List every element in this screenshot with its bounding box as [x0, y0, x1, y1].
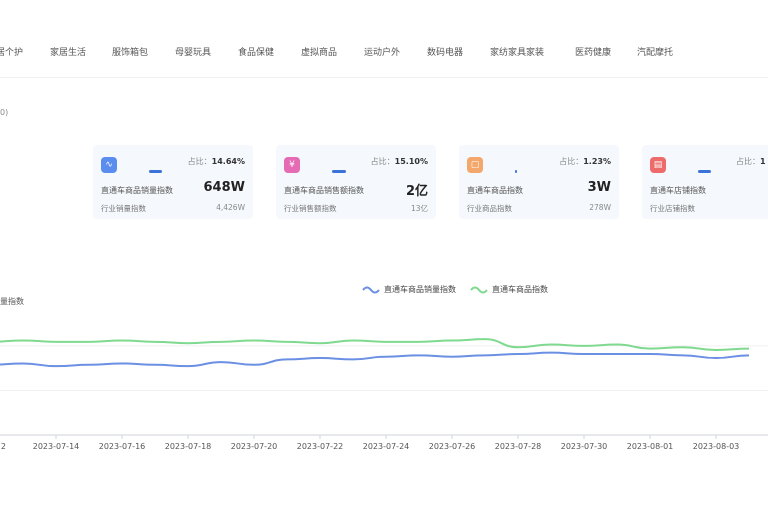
- section-label: 0): [0, 108, 9, 117]
- line-chart: 2 2023-07-14 2023-07-16 2023-07-18 2023-07-2…: [0, 338, 768, 451]
- stat-card-products: ▢ 占比：1.23% 直通车商品指数 3W 行业商品指数 278W: [459, 145, 619, 219]
- card-label: 直通车商品销量指数: [101, 186, 173, 195]
- card-label: 直通车商品销售额指数: [284, 186, 364, 195]
- legend-item-sales[interactable]: 直通车商品销量指数: [362, 284, 456, 295]
- card-sub-value: 13亿: [410, 204, 428, 213]
- nav-divider: [0, 77, 768, 78]
- x-tick-label: 2023-07-14: [33, 442, 80, 451]
- nav-item[interactable]: 家纺家具家装: [490, 45, 544, 58]
- pulse-icon: ∿: [101, 157, 117, 173]
- card-label: 直通车商品指数: [467, 186, 523, 195]
- share-text: 占比：1.23%: [559, 157, 611, 166]
- nav-item[interactable]: 数码电器: [427, 45, 463, 58]
- card-sub-label: 行业销售额指数: [284, 204, 337, 213]
- nav-item[interactable]: 服饰箱包: [112, 45, 148, 58]
- card-value: 648W: [203, 180, 245, 195]
- share-bar: [515, 170, 517, 173]
- category-nav: 居个护 家居生活 服饰箱包 母婴玩具 食品保健 虚拟商品 运动户外 数码电器 家…: [0, 0, 768, 58]
- share-bar: [332, 170, 346, 173]
- share-bar: [149, 170, 162, 173]
- share-text: 占比：1: [736, 157, 766, 166]
- x-tick-label: 2023-07-22: [297, 442, 344, 451]
- card-value: 3W: [587, 180, 611, 195]
- store-icon: ▤: [650, 157, 666, 173]
- nav-item[interactable]: 食品保健: [238, 45, 274, 58]
- legend-swatch: [470, 286, 488, 293]
- legend-label: 直通车商品指数: [492, 285, 548, 294]
- share-bar: [698, 170, 711, 173]
- nav-item[interactable]: 母婴玩具: [175, 45, 211, 58]
- x-tick-label: 2023-07-16: [99, 442, 146, 451]
- series-line-1: [0, 338, 750, 351]
- card-value: 2亿: [405, 184, 428, 199]
- series-line-0: [0, 351, 750, 368]
- box-icon: ▢: [467, 157, 483, 173]
- nav-item[interactable]: 医药健康: [575, 45, 611, 58]
- x-tick-label: 2023-07-28: [495, 442, 542, 451]
- share-text: 占比：14.64%: [187, 157, 245, 166]
- share-text: 占比：15.10%: [370, 157, 428, 166]
- x-tick-label: 2023-07-20: [231, 442, 278, 451]
- legend-swatch: [362, 286, 380, 293]
- stat-card-stores: ▤ 占比：1 直通车店铺指数 行业店铺指数: [642, 145, 768, 219]
- nav-item[interactable]: 家居生活: [50, 45, 86, 58]
- card-sub-value: 4,426W: [216, 203, 245, 212]
- x-tick-label: 2023-07-24: [363, 442, 410, 451]
- x-tick-label: 2: [1, 442, 6, 451]
- x-tick-label: 2023-07-26: [429, 442, 476, 451]
- nav-item[interactable]: 虚拟商品: [301, 45, 337, 58]
- x-tick-label: 2023-07-18: [165, 442, 212, 451]
- card-sub-label: 行业店铺指数: [650, 204, 695, 213]
- legend-item-products[interactable]: 直通车商品指数: [470, 284, 548, 295]
- card-label: 直通车店铺指数: [650, 186, 706, 195]
- stat-card-sales: ∿ 占比：14.64% 直通车商品销量指数 648W 行业销量指数 4,426W: [93, 145, 253, 219]
- nav-item[interactable]: 汽配摩托: [637, 45, 673, 58]
- nav-item[interactable]: 居个护: [0, 45, 23, 58]
- stat-card-revenue: ¥ 占比：15.10% 直通车商品销售额指数 2亿 行业销售额指数 13亿: [276, 145, 436, 219]
- x-tick-label: 2023-08-01: [627, 442, 674, 451]
- x-tick-label: 2023-08-03: [693, 442, 740, 451]
- x-tick-label: 2023-07-30: [561, 442, 608, 451]
- coin-icon: ¥: [284, 157, 300, 173]
- card-sub-label: 行业商品指数: [467, 204, 512, 213]
- nav-item[interactable]: 运动户外: [364, 45, 400, 58]
- card-sub-value: 278W: [589, 203, 611, 212]
- card-sub-label: 行业销量指数: [101, 204, 146, 213]
- legend-label: 直通车商品销量指数: [384, 285, 456, 294]
